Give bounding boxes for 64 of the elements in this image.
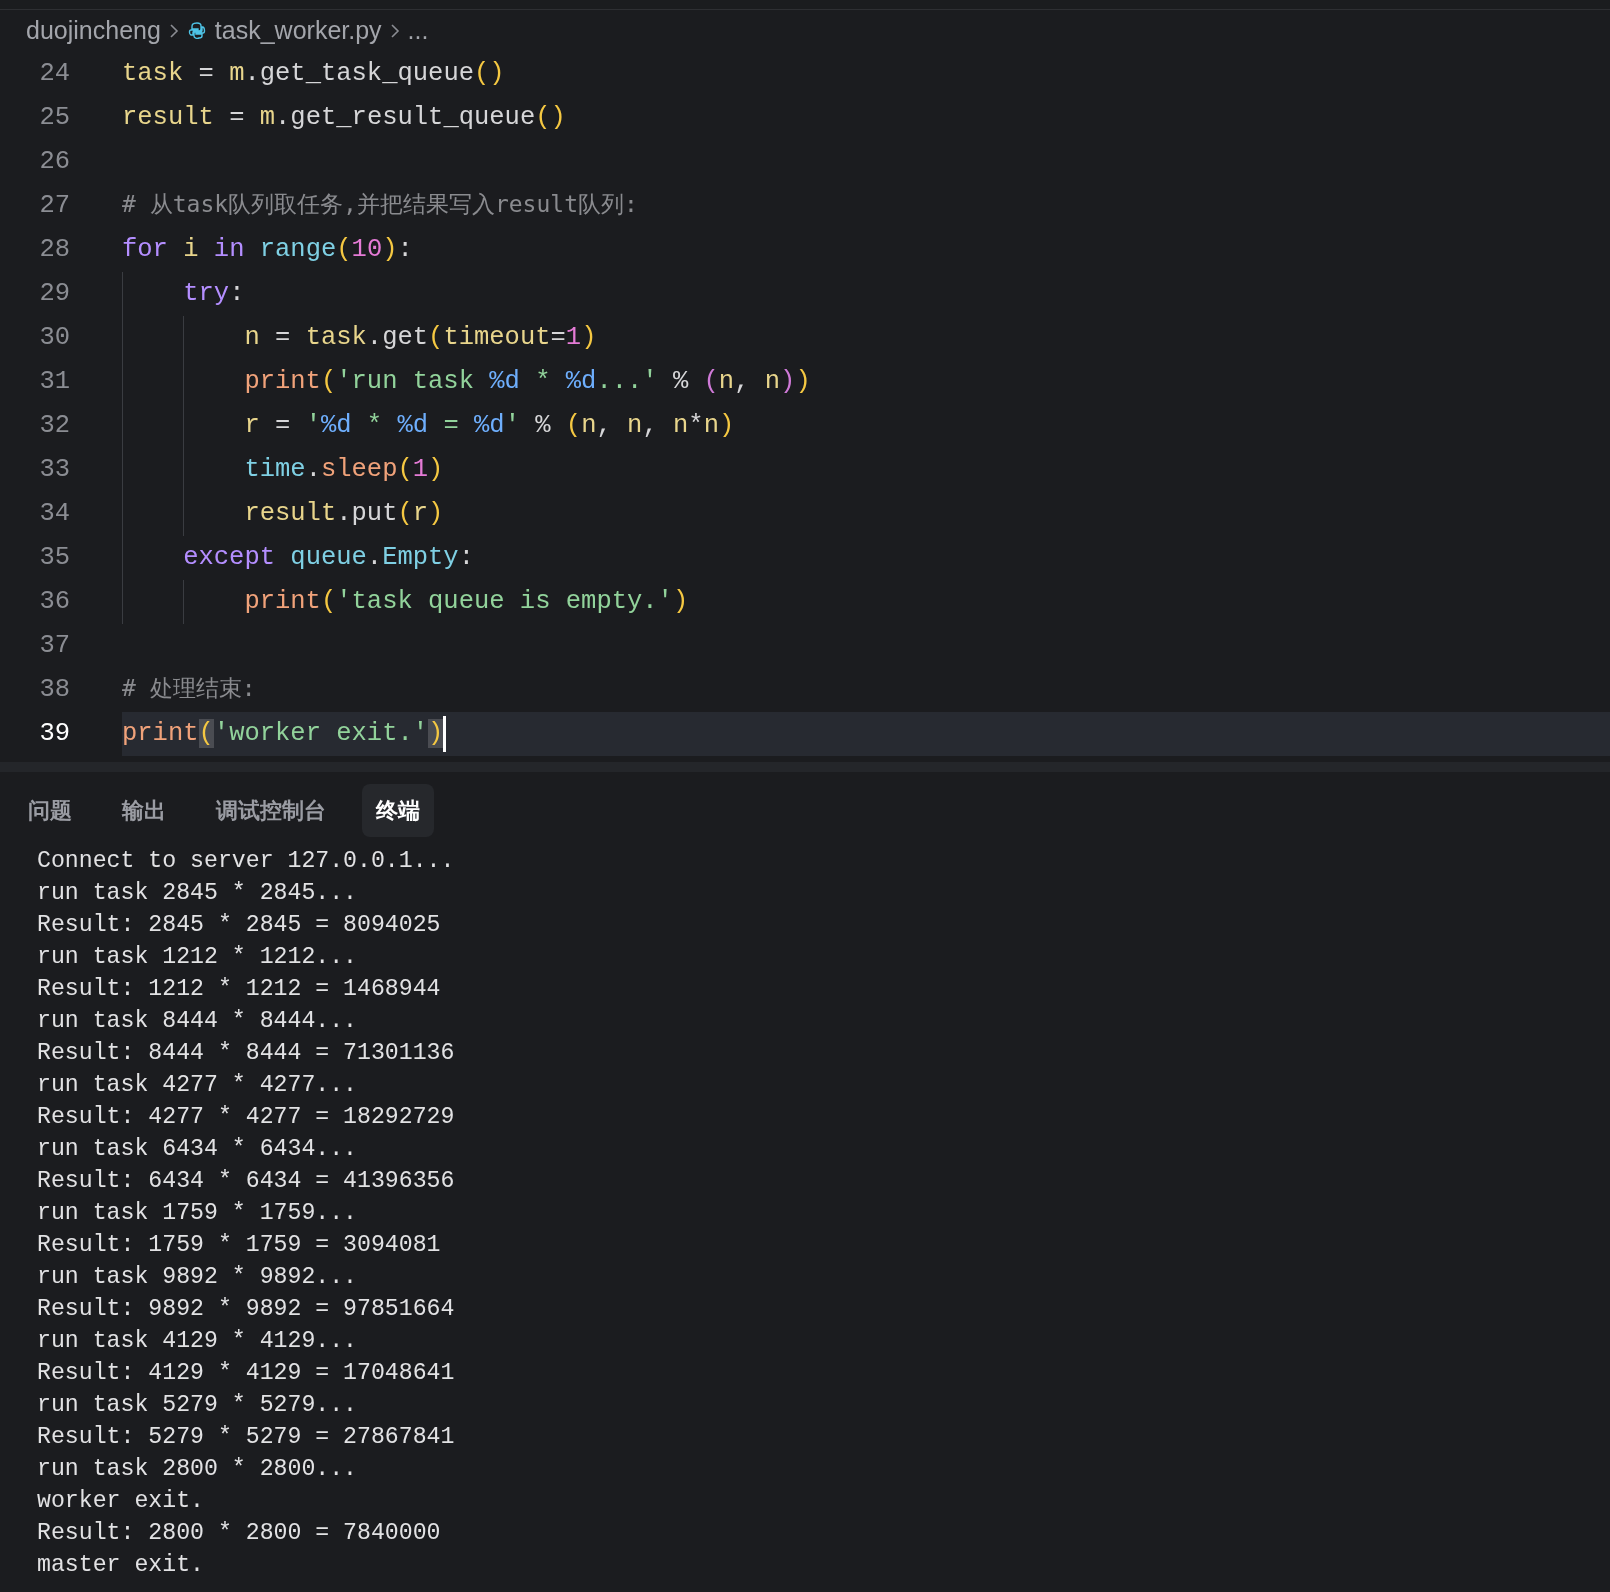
terminal-line: Result: 9892 * 9892 = 97851664	[37, 1295, 456, 1324]
line-number: 32	[38, 409, 70, 442]
terminal-line: Result: 2800 * 2800 = 7840000	[37, 1519, 442, 1548]
panel-tab[interactable]: 调试控制台	[202, 784, 340, 837]
code-line: r = '%d * %d = %d' % (n, n, n*n)	[244, 409, 735, 442]
text-cursor	[443, 716, 447, 752]
code-line: # 处理结束:	[122, 673, 256, 703]
line-number: 37	[38, 629, 70, 662]
terminal-line: run task 1759 * 1759...	[37, 1199, 359, 1228]
code-line: except queue.Empty:	[183, 541, 474, 574]
terminal-line: run task 6434 * 6434...	[37, 1135, 359, 1164]
code-line: print('task queue is empty.')	[244, 585, 689, 618]
terminal-line: Result: 4277 * 4277 = 18292729	[37, 1103, 456, 1132]
terminal-line: run task 1212 * 1212...	[37, 943, 359, 972]
breadcrumb-item[interactable]: task_worker.py	[214, 12, 382, 50]
terminal-line: run task 9892 * 9892...	[37, 1263, 359, 1292]
code-line: result = m.get_result_queue()	[122, 101, 566, 134]
terminal-line: Result: 6434 * 6434 = 41396356	[37, 1167, 456, 1196]
line-number: 39	[38, 717, 70, 750]
terminal-line: Result: 1212 * 1212 = 1468944	[37, 975, 442, 1004]
code-line: for i in range(10):	[122, 233, 413, 266]
line-number: 36	[38, 585, 70, 618]
code-line: result.put(r)	[244, 497, 444, 530]
code-line: # 从task队列取任务,并把结果写入result队列:	[122, 189, 638, 219]
terminal-line: Result: 4129 * 4129 = 17048641	[37, 1359, 456, 1388]
line-number: 24	[38, 57, 70, 90]
line-number: 27	[38, 189, 70, 222]
terminal-line: Result: 5279 * 5279 = 27867841	[37, 1423, 456, 1452]
code-line: try:	[183, 277, 245, 310]
code-line: print('run task %d * %d...' % (n, n))	[244, 365, 811, 398]
terminal-line: Result: 8444 * 8444 = 71301136	[37, 1039, 456, 1068]
line-number: 38	[38, 673, 70, 706]
terminal-line: run task 5279 * 5279...	[37, 1391, 359, 1420]
code-line: time.sleep(1)	[244, 453, 444, 486]
chevron-right-icon	[389, 23, 400, 39]
terminal-line: Result: 2845 * 2845 = 8094025	[37, 911, 442, 940]
terminal-line: run task 4277 * 4277...	[37, 1071, 359, 1100]
terminal-line: master exit.	[37, 1551, 205, 1580]
terminal-line: run task 4129 * 4129...	[37, 1327, 359, 1356]
panel-tab[interactable]: 问题	[14, 784, 86, 837]
panel-tab[interactable]: 终端	[362, 784, 434, 837]
python-file-icon	[186, 21, 207, 41]
line-number: 35	[38, 541, 70, 574]
terminal-line: Result: 1759 * 1759 = 3094081	[37, 1231, 442, 1260]
terminal-line: run task 2845 * 2845...	[37, 879, 359, 908]
code-line: print('worker exit.')	[122, 717, 444, 750]
terminal-line: Connect to server 127.0.0.1...	[37, 847, 456, 876]
line-number: 30	[38, 321, 70, 354]
line-number: 26	[38, 145, 70, 178]
panel-tab[interactable]: 输出	[108, 784, 180, 837]
line-number: 33	[38, 453, 70, 486]
line-number: 31	[38, 365, 70, 398]
terminal-line: worker exit.	[37, 1487, 205, 1516]
code-line: task = m.get_task_queue()	[122, 57, 505, 90]
line-number: 25	[38, 101, 70, 134]
breadcrumb-ellipsis[interactable]: ...	[407, 12, 429, 50]
chevron-right-icon	[168, 23, 179, 39]
code-line: n = task.get(timeout=1)	[244, 321, 597, 354]
line-number: 29	[38, 277, 70, 310]
line-number: 34	[38, 497, 70, 530]
terminal-line: run task 8444 * 8444...	[37, 1007, 359, 1036]
breadcrumb-item[interactable]: duojincheng	[26, 12, 161, 50]
line-number: 28	[38, 233, 70, 266]
terminal-line: run task 2800 * 2800...	[37, 1455, 359, 1484]
